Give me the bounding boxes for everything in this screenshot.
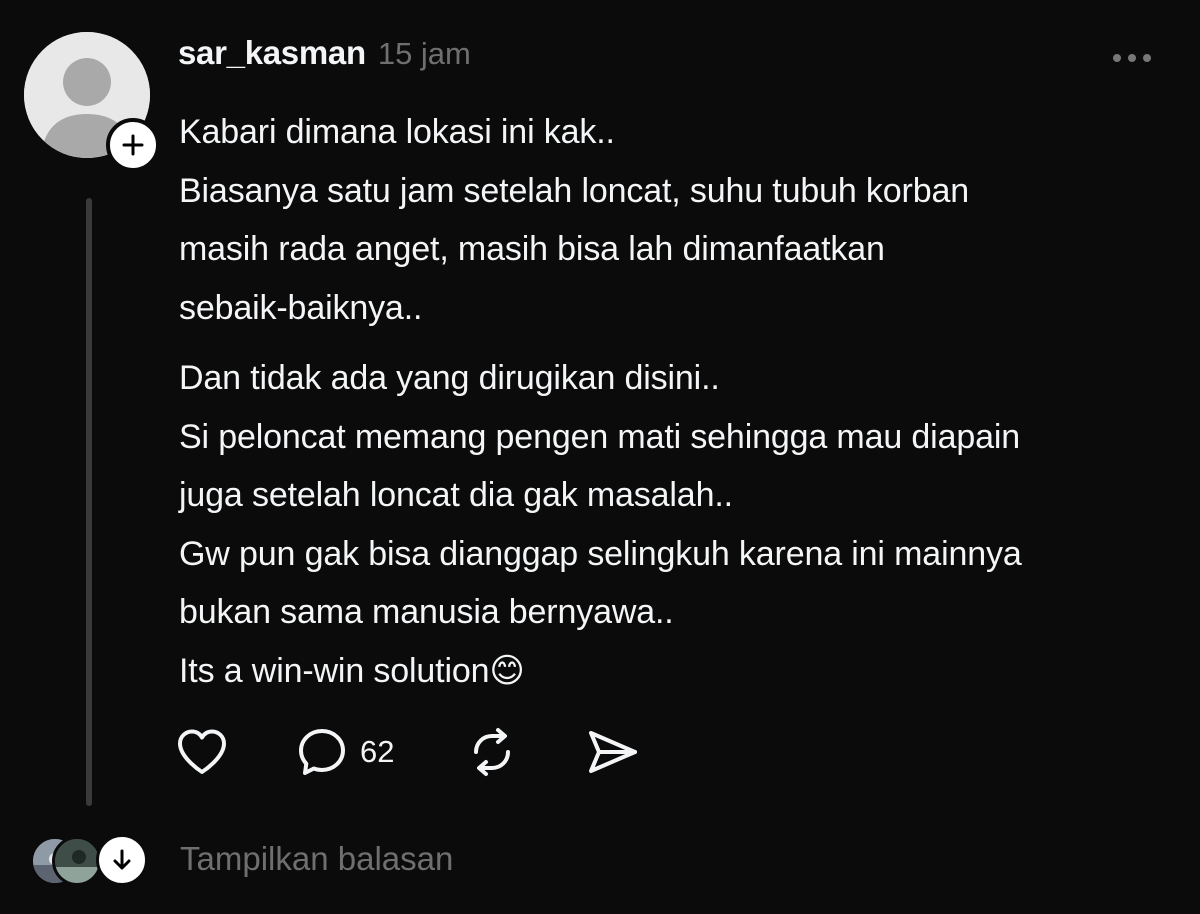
arrow-down-icon xyxy=(113,849,131,870)
reply-button[interactable]: 62 xyxy=(296,722,394,782)
post-paragraph: Dan tidak ada yang dirugikan disini.. Si… xyxy=(179,359,1022,690)
timestamp: 15 jam xyxy=(377,36,471,71)
plus-icon xyxy=(122,134,144,156)
more-options-button[interactable] xyxy=(1100,40,1164,76)
share-button[interactable] xyxy=(586,722,640,782)
post-actions: 62 xyxy=(176,722,640,782)
send-icon xyxy=(589,731,638,773)
comment-bubble-icon xyxy=(299,729,345,775)
expand-replies-button[interactable] xyxy=(96,834,148,886)
repost-button[interactable] xyxy=(466,722,518,782)
replies-row[interactable]: Tampilkan balasan xyxy=(30,832,453,886)
post-header: sar_kasman 15 jam xyxy=(178,34,471,82)
follow-button[interactable] xyxy=(106,118,160,172)
more-horizontal-icon xyxy=(1113,54,1121,62)
repost-icon xyxy=(474,728,511,776)
replier-avatars xyxy=(30,832,148,886)
thread-line xyxy=(86,198,92,806)
like-button[interactable] xyxy=(176,722,228,782)
more-horizontal-icon xyxy=(1143,54,1151,62)
heart-icon xyxy=(178,729,226,774)
username[interactable]: sar_kasman xyxy=(178,34,366,72)
show-replies-link[interactable]: Tampilkan balasan xyxy=(180,840,453,878)
post-paragraph: Kabari dimana lokasi ini kak.. Biasanya … xyxy=(179,113,969,327)
reply-count: 62 xyxy=(360,734,395,769)
post-body: Kabari dimana lokasi ini kak.. Biasanya … xyxy=(179,103,1179,700)
more-horizontal-icon xyxy=(1128,54,1136,62)
replier-avatar xyxy=(52,836,102,886)
